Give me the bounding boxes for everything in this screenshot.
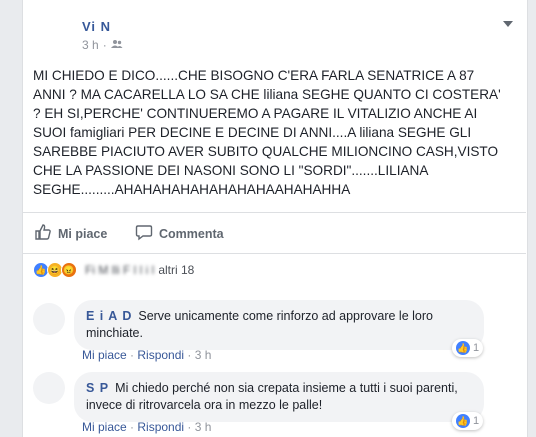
comment-reply-link[interactable]: Rispondi — [137, 420, 184, 434]
comment-meta: Mi piace · Rispondi · 3 h — [82, 420, 211, 434]
comment-reply-link[interactable]: Rispondi — [137, 348, 184, 362]
author-avatar[interactable] — [33, 16, 73, 56]
comment-meta: Mi piace · Rispondi · 3 h — [82, 348, 211, 362]
post-time[interactable]: 3 h — [82, 38, 99, 52]
comment-like-number: 1 — [473, 342, 480, 354]
friends-icon[interactable] — [110, 38, 123, 52]
separator: · — [102, 38, 107, 52]
angry-reaction-icon: 😠 — [61, 262, 77, 278]
comment-bubble: S P Mi chiedo perché non sia crepata insi… — [74, 372, 484, 422]
comment-time[interactable]: 3 h — [195, 348, 212, 362]
comment-like-number: 1 — [473, 415, 480, 427]
thumbs-up-icon — [34, 223, 52, 244]
comment-like-link[interactable]: Mi piace — [82, 420, 127, 434]
like-icon: 👍 — [456, 341, 470, 355]
comment-time[interactable]: 3 h — [195, 420, 212, 434]
comment-icon — [135, 223, 153, 244]
commenter-avatar[interactable] — [33, 303, 65, 335]
comment-text: Mi chiedo perché non sia crepata insieme… — [86, 381, 458, 412]
comment-like-count[interactable]: 👍 1 — [452, 339, 484, 357]
reaction-names[interactable]: Fi M lli F l l i l — [85, 263, 154, 277]
comment-button[interactable]: Commenta — [135, 223, 224, 244]
separator: · — [187, 420, 195, 434]
post-text: MI CHIEDO E DICO......CHE BISOGNO C'ERA … — [33, 68, 501, 197]
post-meta: 3 h · — [82, 38, 123, 52]
commenter-name[interactable]: S P — [86, 381, 109, 395]
commenter-name[interactable]: E i A D — [86, 309, 132, 323]
commenter-avatar[interactable] — [33, 372, 65, 404]
comment-label: Commenta — [159, 226, 224, 241]
comment-bubble: E i A D Serve unicamente come rinforzo ad… — [74, 300, 484, 350]
reactions-summary[interactable]: 👍 😆 😠 Fi M lli F l l i l altri 18 — [33, 262, 194, 278]
reaction-others[interactable]: altri 18 — [158, 263, 194, 277]
author-name[interactable]: Vi N — [82, 19, 111, 34]
chevron-down-icon[interactable] — [503, 16, 513, 30]
like-icon: 👍 — [456, 414, 470, 428]
comment-like-link[interactable]: Mi piace — [82, 348, 127, 362]
like-label: Mi piace — [58, 226, 108, 241]
separator: · — [187, 348, 195, 362]
post-actions: Mi piace Commenta — [22, 212, 526, 254]
comment-text: Serve unicamente come rinforzo ad approv… — [86, 309, 433, 340]
like-button[interactable]: Mi piace — [34, 223, 107, 244]
comment-like-count[interactable]: 👍 1 — [452, 412, 484, 430]
